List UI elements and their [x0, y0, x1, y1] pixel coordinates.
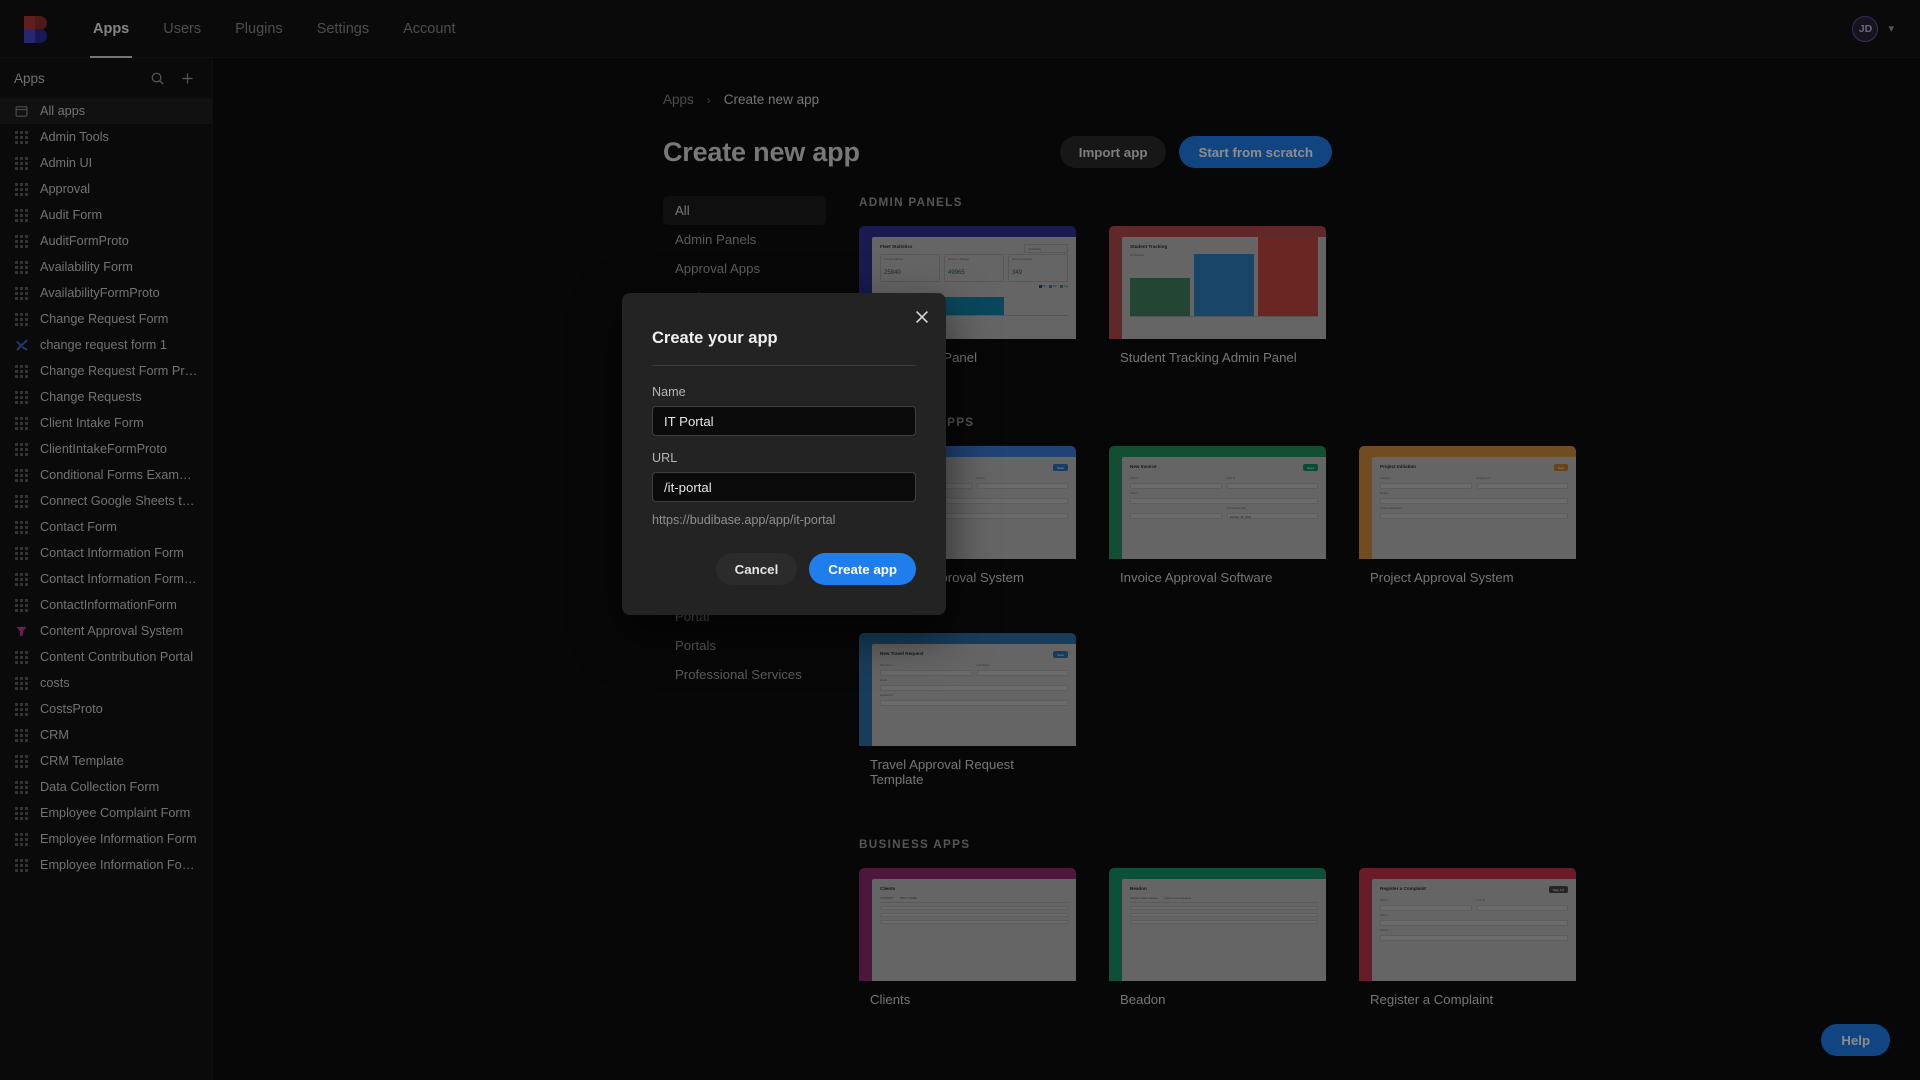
app-name-input[interactable]: [652, 406, 916, 436]
name-label: Name: [652, 385, 686, 399]
modal-overlay[interactable]: [0, 0, 1920, 1080]
url-preview-text: https://budibase.app/app/it-portal: [652, 513, 836, 527]
url-label: URL: [652, 451, 678, 465]
create-app-button[interactable]: Create app: [809, 553, 916, 585]
close-icon[interactable]: [911, 306, 933, 328]
modal-actions: Cancel Create app: [652, 553, 916, 585]
app-url-input[interactable]: [652, 472, 916, 502]
create-app-modal: Create your app Name URL https://budibas…: [622, 293, 946, 615]
modal-title: Create your app: [652, 329, 778, 347]
cancel-button[interactable]: Cancel: [715, 553, 798, 585]
name-field-group: Name: [652, 385, 916, 436]
url-field-group: URL: [652, 451, 916, 502]
modal-divider: [652, 365, 916, 366]
app-root: Apps Users Plugins Settings Account JD ▾…: [0, 0, 1920, 1080]
